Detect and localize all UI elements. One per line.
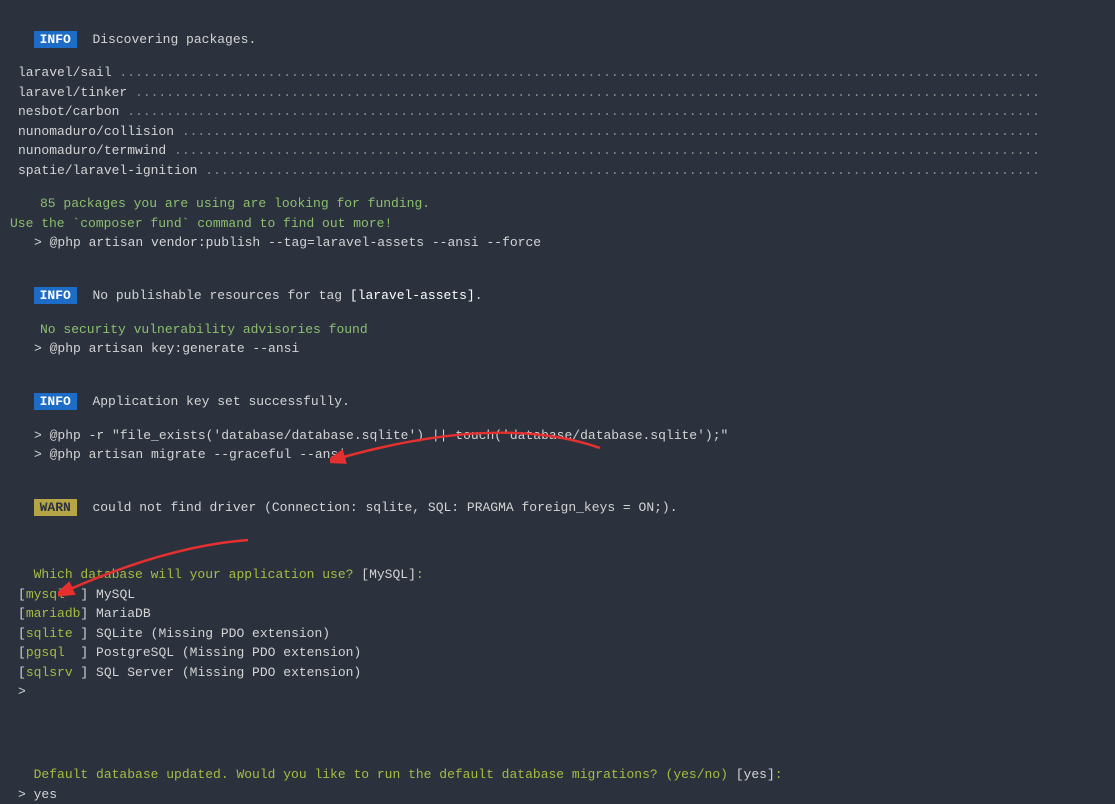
cmd-line-2: > @php artisan key:generate --ansi: [10, 339, 1105, 359]
warn-text: could not find driver (Connection: sqlit…: [92, 500, 677, 515]
cmd-line-3: > @php -r "file_exists('database/databas…: [10, 426, 1105, 446]
info-discover-line: INFO Discovering packages.: [10, 10, 1105, 49]
db-default: [MySQL]: [361, 567, 416, 582]
nopub-text: No publishable resources for tag: [92, 288, 349, 303]
warn-badge: WARN: [34, 499, 77, 516]
funding-line-2: Use the `composer fund` command to find …: [10, 214, 1105, 234]
funding-line-1: 85 packages you are using are looking fo…: [10, 194, 1105, 214]
pkg-line-3: nesbot/carbon ..........................…: [10, 102, 1105, 122]
pkg-line-4: nunomaduro/collision ...................…: [10, 122, 1105, 142]
nopub-tag: [laravel-assets]: [350, 288, 475, 303]
db-option-mariadb[interactable]: [mariadb] MariaDB: [10, 604, 1105, 624]
pkg-line-5: nunomaduro/termwind ....................…: [10, 141, 1105, 161]
final-question-line: Default database updated. Would you like…: [10, 746, 1105, 785]
info-nopub-line: INFO No publishable resources for tag [l…: [10, 267, 1105, 306]
cmd-line-1: > @php artisan vendor:publish --tag=lara…: [10, 233, 1105, 253]
info-badge: INFO: [34, 31, 77, 48]
db-question: Which database will your application use…: [34, 567, 354, 582]
pkg-line-6: spatie/laravel-ignition ................…: [10, 161, 1105, 181]
keyset-text: Application key set successfully.: [92, 394, 349, 409]
db-question-line: Which database will your application use…: [10, 546, 1105, 585]
security-line: No security vulnerability advisories fou…: [10, 320, 1105, 340]
db-option-mysql[interactable]: [mysql ] MySQL: [10, 585, 1105, 605]
info-badge: INFO: [34, 287, 77, 304]
final-question: Default database updated. Would you like…: [34, 767, 736, 782]
prompt-line-2[interactable]: > yes: [10, 785, 1105, 804]
pkg-line-2: laravel/tinker .........................…: [10, 83, 1105, 103]
prompt-line-1[interactable]: >: [10, 682, 1105, 702]
db-option-pgsql[interactable]: [pgsql ] PostgreSQL (Missing PDO extensi…: [10, 643, 1105, 663]
pkg-line-1: laravel/sail ...........................…: [10, 63, 1105, 83]
db-option-sqlsrv[interactable]: [sqlsrv ] SQL Server (Missing PDO extens…: [10, 663, 1105, 683]
info-badge: INFO: [34, 393, 77, 410]
db-option-sqlite[interactable]: [sqlite ] SQLite (Missing PDO extension): [10, 624, 1105, 644]
cmd-line-4: > @php artisan migrate --graceful --ansi: [10, 445, 1105, 465]
info-keyset-line: INFO Application key set successfully.: [10, 373, 1105, 412]
final-default: [yes]: [736, 767, 775, 782]
discover-text: Discovering packages.: [92, 32, 256, 47]
warn-line: WARN could not find driver (Connection: …: [10, 479, 1105, 518]
